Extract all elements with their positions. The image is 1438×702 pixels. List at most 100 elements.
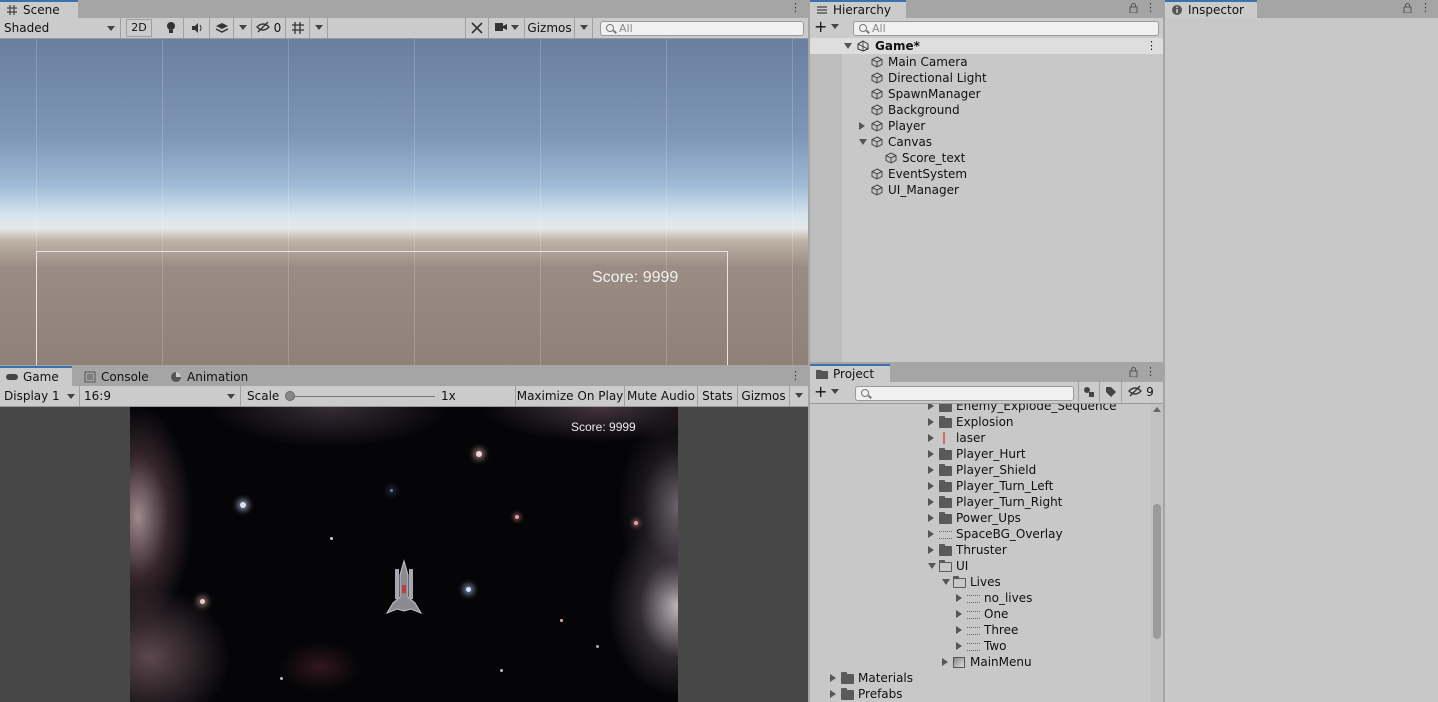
project-item[interactable]: Two — [810, 638, 1150, 654]
hierarchy-item[interactable]: Player — [810, 118, 1163, 134]
expand-arrow-icon[interactable] — [928, 546, 934, 554]
project-item[interactable]: Prefabs — [810, 686, 1150, 702]
scene-search-input[interactable]: All — [600, 21, 804, 36]
maximize-on-play-button[interactable]: Maximize On Play — [516, 386, 625, 406]
hierarchy-item[interactable]: Main Camera — [810, 54, 1163, 70]
expand-arrow-icon[interactable] — [928, 404, 934, 410]
scroll-up-arrow-icon[interactable] — [1153, 407, 1161, 412]
expand-arrow-icon[interactable] — [928, 498, 934, 506]
game-gizmos-button[interactable]: Gizmos — [738, 386, 790, 406]
project-item[interactable]: Player_Shield — [810, 462, 1150, 478]
project-item[interactable]: Three — [810, 622, 1150, 638]
grid-snap-toggle[interactable] — [286, 18, 310, 38]
project-item[interactable]: laser — [810, 430, 1150, 446]
scene-root-row[interactable]: Game* ⋮ — [810, 38, 1163, 54]
expand-arrow-icon[interactable] — [928, 482, 934, 490]
scene-visibility-toggle[interactable]: 0 — [252, 18, 286, 38]
effects-toggle[interactable] — [210, 18, 234, 38]
effects-dropdown[interactable] — [234, 18, 252, 38]
expand-arrow-icon[interactable] — [928, 434, 934, 442]
project-item[interactable]: Lives — [810, 574, 1150, 590]
project-item[interactable]: Explosion — [810, 414, 1150, 430]
search-by-label-button[interactable] — [1100, 382, 1122, 402]
hierarchy-item[interactable]: UI_Manager — [810, 182, 1163, 198]
game-viewport[interactable]: Score: 9999 — [0, 407, 808, 702]
expand-arrow-icon[interactable] — [859, 122, 865, 130]
hierarchy-item[interactable]: Canvas — [810, 134, 1163, 150]
expand-arrow-icon[interactable] — [928, 530, 934, 538]
hidden-packages-toggle[interactable]: 9 — [1122, 382, 1160, 402]
expand-arrow-icon[interactable] — [928, 514, 934, 522]
project-item[interactable]: Materials — [810, 670, 1150, 686]
display-dropdown[interactable]: Display 1 — [0, 386, 80, 406]
camera-settings-button[interactable] — [489, 18, 525, 38]
project-item[interactable]: One — [810, 606, 1150, 622]
expand-arrow-icon[interactable] — [844, 43, 852, 49]
hierarchy-menu-icon[interactable]: ⋮ — [1145, 2, 1156, 14]
scene-viewport[interactable]: Score: 9999 — [0, 39, 808, 365]
mute-audio-button[interactable]: Mute Audio — [625, 386, 698, 406]
hierarchy-item[interactable]: SpawnManager — [810, 86, 1163, 102]
lock-icon[interactable] — [1129, 3, 1138, 13]
project-item[interactable]: Player_Hurt — [810, 446, 1150, 462]
scrollbar-thumb[interactable] — [1153, 504, 1161, 639]
project-item[interactable]: UI — [810, 558, 1150, 574]
expand-arrow-icon[interactable] — [928, 466, 934, 474]
expand-arrow-icon[interactable] — [956, 594, 962, 602]
lighting-toggle[interactable] — [158, 18, 184, 38]
scene-row-menu-icon[interactable]: ⋮ — [1146, 38, 1157, 54]
project-item[interactable]: Power_Ups — [810, 510, 1150, 526]
shading-mode-dropdown[interactable]: Shaded — [0, 18, 121, 38]
expand-arrow-icon[interactable] — [830, 690, 836, 698]
grid-snap-dropdown[interactable] — [310, 18, 328, 38]
expand-arrow-icon[interactable] — [956, 626, 962, 634]
scale-slider-handle[interactable] — [285, 391, 295, 401]
gizmos-dropdown[interactable] — [575, 18, 593, 38]
expand-arrow-icon[interactable] — [928, 418, 934, 426]
project-item[interactable]: Enemy_Explode_Sequence — [810, 404, 1150, 414]
scrollbar-track[interactable] — [1151, 404, 1163, 702]
search-by-type-button[interactable] — [1078, 382, 1100, 402]
scale-slider-track[interactable] — [289, 396, 435, 397]
tools-toggle[interactable] — [465, 18, 489, 38]
tab-game[interactable]: Game — [0, 366, 72, 386]
expand-arrow-icon[interactable] — [942, 658, 948, 666]
hierarchy-search-input[interactable]: All — [853, 21, 1159, 36]
project-item[interactable]: no_lives — [810, 590, 1150, 606]
project-item[interactable]: SpaceBG_Overlay — [810, 526, 1150, 542]
project-item[interactable]: Player_Turn_Left — [810, 478, 1150, 494]
project-item[interactable]: Player_Turn_Right — [810, 494, 1150, 510]
tab-animation[interactable]: Animation — [164, 366, 248, 386]
lock-icon[interactable] — [1129, 367, 1138, 377]
project-item[interactable]: Thruster — [810, 542, 1150, 558]
game-panel-menu-icon[interactable]: ⋮ — [790, 370, 801, 382]
expand-arrow-icon[interactable] — [830, 674, 836, 682]
hierarchy-item[interactable]: EventSystem — [810, 166, 1163, 182]
expand-arrow-icon[interactable] — [956, 610, 962, 618]
inspector-menu-icon[interactable]: ⋮ — [1420, 2, 1431, 14]
aspect-dropdown[interactable]: 16:9 — [80, 386, 241, 406]
collapse-arrow-icon[interactable] — [942, 579, 950, 585]
collapse-arrow-icon[interactable] — [928, 563, 936, 569]
tab-project[interactable]: Project — [810, 364, 890, 382]
project-create-button[interactable]: + — [814, 382, 844, 402]
tab-scene[interactable]: Scene — [0, 0, 78, 18]
tab-inspector[interactable]: Inspector — [1165, 0, 1257, 18]
tab-hierarchy[interactable]: Hierarchy — [810, 0, 906, 18]
hierarchy-item[interactable]: Score_text — [810, 150, 1163, 166]
gizmos-button[interactable]: Gizmos — [525, 18, 575, 38]
stats-button[interactable]: Stats — [698, 386, 738, 406]
project-search-input[interactable] — [855, 386, 1074, 401]
toggle-2d-button[interactable]: 2D — [126, 19, 152, 37]
lock-icon[interactable] — [1403, 3, 1412, 13]
scene-panel-menu-icon[interactable]: ⋮ — [790, 2, 801, 14]
collapse-arrow-icon[interactable] — [859, 139, 867, 145]
game-gizmos-dropdown[interactable] — [790, 386, 808, 406]
hierarchy-item[interactable]: Directional Light — [810, 70, 1163, 86]
tab-console[interactable]: Console — [78, 366, 149, 386]
hierarchy-item[interactable]: Background — [810, 102, 1163, 118]
project-item[interactable]: MainMenu — [810, 654, 1150, 670]
audio-toggle[interactable] — [184, 18, 210, 38]
expand-arrow-icon[interactable] — [956, 642, 962, 650]
expand-arrow-icon[interactable] — [928, 450, 934, 458]
